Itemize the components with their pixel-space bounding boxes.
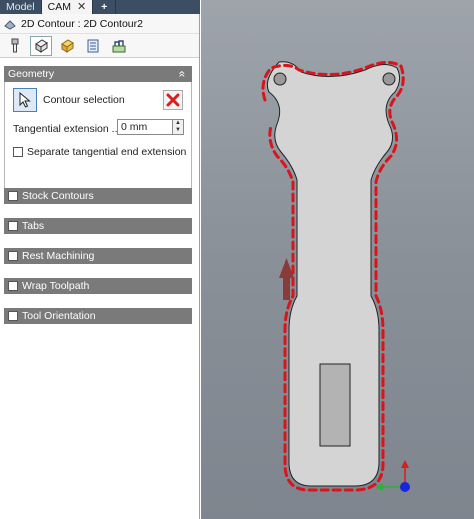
geometry-section-title: Geometry [8,68,55,80]
passes-tab-button[interactable] [82,36,104,56]
operation-tabs-toolbar [0,34,199,58]
cursor-arrow-icon [19,92,31,108]
stock-contours-label: Stock Contours [22,190,94,202]
tool-orientation-header[interactable]: Tool Orientation [4,308,192,324]
left-hole[interactable] [273,72,287,86]
tab-model-label: Model [6,1,35,13]
contour-operation-icon [4,19,16,30]
operation-title-row: 2D Contour : 2D Contour2 [0,14,199,34]
passes-icon [87,39,99,52]
section-wrap-toolpath[interactable]: Wrap Toolpath [4,278,192,294]
section-tabs[interactable]: Tabs [4,218,192,234]
operation-panel: 2D Contour : 2D Contour2 Geometry « Cont… [0,14,200,519]
clear-selection-button[interactable] [163,90,183,110]
stepper-down-icon[interactable]: ▼ [173,127,183,134]
rest-machining-header[interactable]: Rest Machining [4,248,192,264]
stock-contours-checkbox[interactable] [8,191,18,201]
rest-machining-checkbox[interactable] [8,251,18,261]
tabs-header[interactable]: Tabs [4,218,192,234]
add-tab-button[interactable]: + [93,0,117,14]
tangential-extension-input[interactable]: 0 mm [117,119,173,135]
tab-model[interactable]: Model [0,0,42,14]
wrap-toolpath-header[interactable]: Wrap Toolpath [4,278,192,294]
operation-title: 2D Contour : 2D Contour2 [21,17,143,30]
close-icon[interactable]: ✕ [77,0,86,14]
red-x-icon [166,93,180,107]
heights-tab-button[interactable] [56,36,78,56]
linking-icon [112,39,126,52]
separate-tangential-row[interactable]: Separate tangential end extension [13,146,186,158]
heights-icon [61,38,74,53]
section-rest-machining[interactable]: Rest Machining [4,248,192,264]
tangential-extension-label: Tangential extension ... [13,123,121,135]
right-hole[interactable] [382,72,396,86]
tabs-checkbox[interactable] [8,221,18,231]
document-tab-strip: Model CAM ✕ + [0,0,200,14]
tool-orientation-label: Tool Orientation [22,310,96,322]
tool-icon [11,38,19,52]
stepper-up-icon[interactable]: ▲ [173,120,183,127]
section-tool-orientation[interactable]: Tool Orientation [4,308,192,324]
tabs-label: Tabs [22,220,45,232]
tool-tab-button[interactable] [4,36,26,56]
linking-tab-button[interactable] [108,36,130,56]
wrap-toolpath-label: Wrap Toolpath [22,280,90,292]
viewport-canvas[interactable] [201,0,474,519]
rect-pocket[interactable] [319,363,351,447]
tool-orientation-checkbox[interactable] [8,311,18,321]
geometry-section-body: Contour selection Tangential extension .… [4,82,192,190]
geometry-icon [35,38,48,53]
separate-tangential-label: Separate tangential end extension [27,146,187,158]
section-stock-contours[interactable]: Stock Contours [4,188,192,204]
geometry-section: Geometry « Contour selection Tangential … [4,66,192,190]
contour-selection-label: Contour selection [43,94,125,106]
separate-tangential-checkbox[interactable] [13,147,23,157]
tab-cam-label: CAM [47,1,71,13]
geometry-section-header[interactable]: Geometry « [4,66,192,82]
tab-cam[interactable]: CAM ✕ [41,0,94,14]
graphics-viewport[interactable] [201,0,474,519]
stock-contours-header[interactable]: Stock Contours [4,188,192,204]
wrap-toolpath-checkbox[interactable] [8,281,18,291]
collapse-icon[interactable]: « [176,71,190,78]
geometry-tab-button[interactable] [30,35,52,56]
contour-selection-button[interactable] [13,88,37,112]
rest-machining-label: Rest Machining [22,250,95,262]
tangential-extension-stepper[interactable]: ▲ ▼ [173,119,184,135]
